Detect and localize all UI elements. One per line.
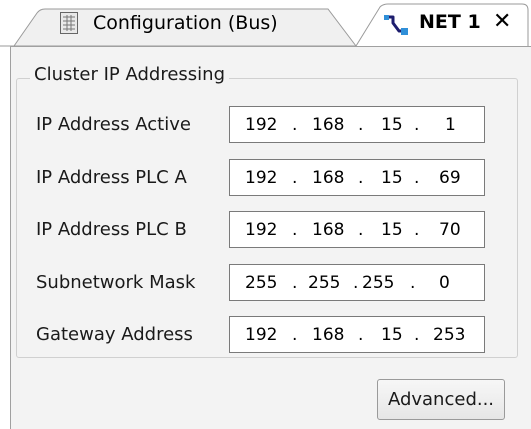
octet-2: 255 <box>308 273 341 293</box>
octet-2: 168 <box>312 325 345 345</box>
octet-1: 192 <box>245 168 278 188</box>
network-cable-icon <box>383 13 409 41</box>
octet-2: 168 <box>312 220 345 240</box>
octet-separator: . <box>292 168 298 188</box>
octet-separator: . <box>358 325 364 345</box>
ip-plc-b-input[interactable]: 192 . 168 . 15 . 70 <box>229 211 485 248</box>
octet-1: 192 <box>245 220 278 240</box>
octet-3: 255 <box>362 273 395 293</box>
octet-3: 15 <box>381 115 403 135</box>
subnet-mask-label: Subnetwork Mask <box>36 272 196 293</box>
ip-active-label: IP Address Active <box>36 114 191 135</box>
octet-separator: . <box>292 325 298 345</box>
octet-separator: . <box>358 115 364 135</box>
close-icon[interactable]: ✕ <box>493 10 511 34</box>
octet-4: 0 <box>439 273 450 293</box>
octet-separator: . <box>292 115 298 135</box>
octet-separator: . <box>410 273 416 293</box>
group-title: Cluster IP Addressing <box>30 64 230 85</box>
octet-3: 15 <box>381 325 403 345</box>
octet-1: 192 <box>245 115 278 135</box>
octet-2: 168 <box>312 168 345 188</box>
octet-separator: . <box>414 325 420 345</box>
octet-separator: . <box>414 115 420 135</box>
octet-4: 69 <box>439 168 461 188</box>
subnet-mask-input[interactable]: 255 . 255 . 255 . 0 <box>229 264 485 301</box>
octet-2: 168 <box>312 115 345 135</box>
ip-plc-a-input[interactable]: 192 . 168 . 15 . 69 <box>229 159 485 196</box>
tab-strip: Configuration (Bus) NET 1 ✕ <box>0 0 531 48</box>
octet-4: 1 <box>445 115 456 135</box>
octet-1: 192 <box>245 325 278 345</box>
octet-separator: . <box>292 273 298 293</box>
ip-plc-a-label: IP Address PLC A <box>36 167 187 188</box>
octet-separator: . <box>358 220 364 240</box>
octet-4: 70 <box>439 220 461 240</box>
advanced-button[interactable]: Advanced... <box>377 379 505 420</box>
octet-separator: . <box>414 168 420 188</box>
octet-3: 15 <box>381 220 403 240</box>
ip-active-input[interactable]: 192 . 168 . 15 . 1 <box>229 106 485 143</box>
octet-separator: . <box>353 273 359 293</box>
tab-configuration-label: Configuration (Bus) <box>93 12 278 34</box>
octet-separator: . <box>292 220 298 240</box>
octet-separator: . <box>358 168 364 188</box>
octet-3: 15 <box>381 168 403 188</box>
ip-plc-b-label: IP Address PLC B <box>36 219 187 240</box>
octet-separator: . <box>414 220 420 240</box>
octet-1: 255 <box>245 273 278 293</box>
gateway-input[interactable]: 192 . 168 . 15 . 253 <box>229 316 485 353</box>
tab-net1-label: NET 1 <box>419 11 481 33</box>
grid-document-icon <box>59 11 79 39</box>
octet-4: 253 <box>433 325 466 345</box>
gateway-label: Gateway Address <box>36 324 193 345</box>
